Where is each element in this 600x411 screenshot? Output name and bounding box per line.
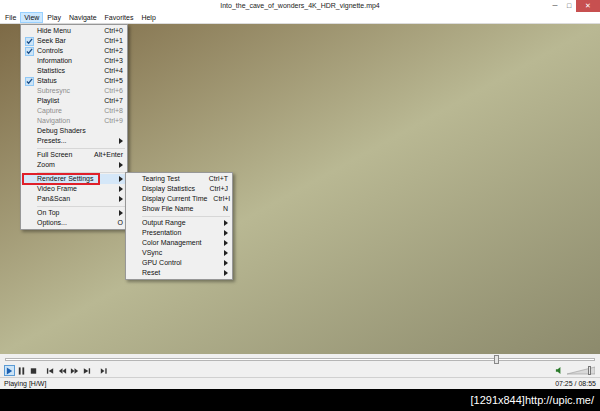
check-icon	[26, 38, 33, 45]
menu-item[interactable]: Display Current TimeCtrl+I	[126, 194, 232, 204]
checkbox-mark	[25, 77, 34, 86]
prev-icon	[46, 366, 55, 376]
window-control-button[interactable]: ✕	[576, 0, 600, 12]
play-state: Playing [H/W]	[4, 378, 46, 389]
submenu-arrow-icon	[224, 270, 228, 276]
time-display: 07:25 / 08:55	[555, 378, 596, 389]
menu-item[interactable]: NavigationCtrl+9	[21, 116, 127, 126]
submenu-arrow-icon	[119, 196, 123, 202]
window-title: Into_the_cave_of_wonders_4K_HDR_vignette…	[0, 0, 600, 12]
menu-item[interactable]: Hide MenuCtrl+0	[21, 26, 127, 36]
view-menu: Hide MenuCtrl+0Seek BarCtrl+1ControlsCtr…	[20, 24, 128, 230]
rewind-icon	[58, 366, 67, 376]
submenu-arrow-icon	[119, 210, 123, 216]
status-bar: Playing [H/W] 07:25 / 08:55	[0, 377, 600, 389]
pause-icon	[17, 366, 26, 376]
forward-icon	[70, 366, 79, 376]
checkbox-mark	[25, 47, 34, 56]
forward-button[interactable]	[69, 365, 80, 376]
submenu-arrow-icon	[119, 186, 123, 192]
stop-icon	[29, 366, 38, 376]
rewind-button[interactable]	[57, 365, 68, 376]
seek-bar[interactable]	[0, 354, 600, 364]
watermark: [1291x844]http://upic.me/	[470, 393, 594, 407]
submenu-arrow-icon	[119, 138, 123, 144]
menu-item[interactable]: Debug Shaders	[21, 126, 127, 136]
controls-bar	[0, 364, 600, 377]
menu-bar: FileViewPlayNavigateFavoritesHelp	[0, 12, 600, 24]
menu-item[interactable]: InformationCtrl+3	[21, 56, 127, 66]
menu-item[interactable]: Tearing TestCtrl+T	[126, 174, 232, 184]
menu-item[interactable]: Zoom	[21, 160, 127, 170]
step-icon	[99, 366, 108, 376]
submenu-arrow-icon	[224, 250, 228, 256]
seek-track	[5, 358, 595, 361]
menu-item[interactable]: Presentation	[126, 228, 232, 238]
menu-item[interactable]: Color Management	[126, 238, 232, 248]
menu-item[interactable]: GPU Control	[126, 258, 232, 268]
watermark-strip: [1291x844]http://upic.me/	[0, 389, 600, 411]
title-bar: Into_the_cave_of_wonders_4K_HDR_vignette…	[0, 0, 600, 12]
check-icon	[26, 78, 33, 85]
menu-separator	[21, 146, 127, 150]
menu-item[interactable]: PlaylistCtrl+7	[21, 96, 127, 106]
menu-item[interactable]: Full ScreenAlt+Enter	[21, 150, 127, 160]
menu-item[interactable]: StatusCtrl+5	[21, 76, 127, 86]
menu-bar-item[interactable]: Favorites	[101, 12, 138, 23]
pause-button[interactable]	[16, 365, 27, 376]
menu-item[interactable]: VSync	[126, 248, 232, 258]
prev-button[interactable]	[45, 365, 56, 376]
next-icon	[82, 366, 91, 376]
seek-thumb[interactable]	[494, 355, 499, 364]
menu-separator	[21, 204, 127, 208]
submenu-arrow-icon	[119, 176, 123, 182]
menu-bar-item[interactable]: View	[20, 12, 43, 23]
menu-bar-item[interactable]: Play	[43, 12, 65, 23]
submenu-arrow-icon	[224, 260, 228, 266]
menu-item[interactable]: Options...O	[21, 218, 127, 228]
menu-item[interactable]: SubresyncCtrl+6	[21, 86, 127, 96]
menu-item[interactable]: Pan&Scan	[21, 194, 127, 204]
annotation-box	[22, 173, 100, 185]
checkbox-mark	[25, 37, 34, 46]
menu-item[interactable]: StatisticsCtrl+4	[21, 66, 127, 76]
stop-button[interactable]	[28, 365, 39, 376]
player-window: Into_the_cave_of_wonders_4K_HDR_vignette…	[0, 0, 600, 411]
play-icon	[5, 366, 14, 376]
play-button[interactable]	[4, 365, 15, 376]
menu-item[interactable]: Presets...	[21, 136, 127, 146]
menu-item[interactable]: Output Range	[126, 218, 232, 228]
submenu-arrow-icon	[224, 240, 228, 246]
submenu-arrow-icon	[119, 162, 123, 168]
submenu-arrow-icon	[224, 220, 228, 226]
menu-bar-item[interactable]: Help	[137, 12, 159, 23]
menu-item[interactable]: On Top	[21, 208, 127, 218]
volume-thumb[interactable]	[588, 366, 591, 375]
speaker-icon[interactable]	[555, 366, 564, 375]
next-button[interactable]	[81, 365, 92, 376]
volume-slider[interactable]	[567, 366, 595, 375]
window-control-button[interactable]: □	[562, 0, 576, 12]
check-icon	[26, 48, 33, 55]
window-controls: ─□✕	[548, 0, 600, 12]
menu-item[interactable]: CaptureCtrl+8	[21, 106, 127, 116]
step-button[interactable]	[98, 365, 109, 376]
menu-item[interactable]: ControlsCtrl+2	[21, 46, 127, 56]
menu-item[interactable]: Renderer Settings	[21, 174, 127, 184]
menu-item[interactable]: Show File NameN	[126, 204, 232, 214]
menu-bar-item[interactable]: Navigate	[65, 12, 101, 23]
menu-item[interactable]: Display StatisticsCtrl+J	[126, 184, 232, 194]
menu-bar-item[interactable]: File	[1, 12, 20, 23]
menu-item[interactable]: Seek BarCtrl+1	[21, 36, 127, 46]
menu-item[interactable]: Reset	[126, 268, 232, 278]
menu-separator	[126, 214, 232, 218]
window-control-button[interactable]: ─	[548, 0, 562, 12]
submenu-arrow-icon	[224, 230, 228, 236]
menu-item[interactable]: Video Frame	[21, 184, 127, 194]
renderer-settings-submenu: Tearing TestCtrl+TDisplay StatisticsCtrl…	[125, 172, 233, 280]
